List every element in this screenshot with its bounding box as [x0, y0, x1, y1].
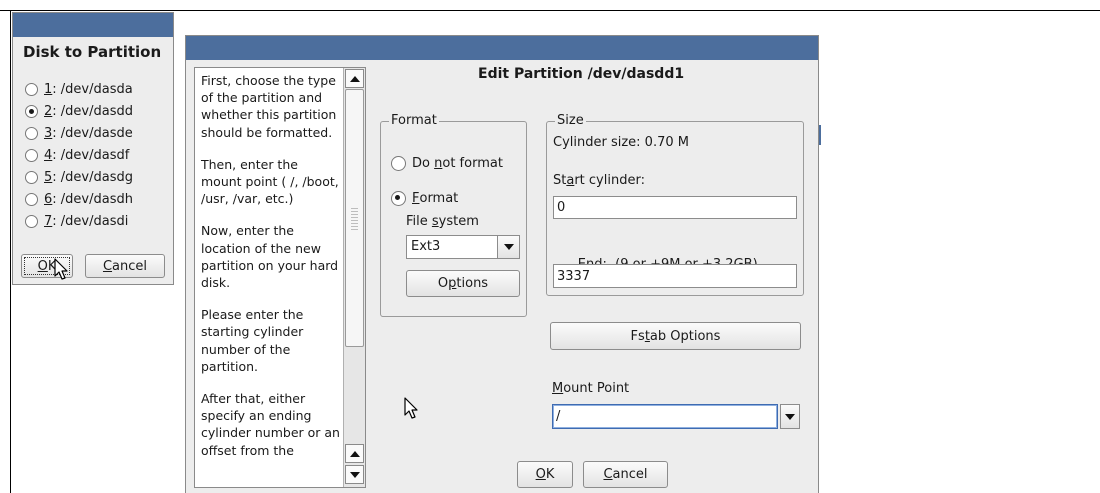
disk-option-dasdi[interactable]: 7: /dev/dasdi [25, 211, 128, 231]
edit-dialog-titlebar [186, 36, 818, 60]
disk-key-6: 6 [44, 191, 53, 207]
help-paragraph: First, choose the type of the partition … [201, 73, 337, 140]
file-system-label: File system [406, 214, 479, 229]
mount-point-label: Mount Point [552, 381, 630, 396]
size-group: Size Cylinder size: 0.70 M Start cylinde… [546, 113, 804, 296]
help-scrollbar[interactable] [343, 68, 365, 487]
radio-dasde[interactable] [25, 126, 38, 140]
scroll-up-arrow-icon[interactable] [345, 69, 364, 88]
radio-format[interactable] [391, 190, 406, 206]
disk-key-1: 1 [44, 81, 53, 97]
disk-label-dasde: : /dev/dasde [52, 125, 133, 141]
radio-dasda[interactable] [25, 82, 38, 96]
mount-point-dropdown-button[interactable] [780, 404, 800, 429]
chevron-down-icon [785, 413, 795, 420]
disk-label-dasda: : /dev/dasda [52, 81, 133, 97]
start-cylinder-input[interactable]: 0 [553, 196, 797, 219]
edit-partition-dialog: First, choose the type of the partition … [185, 35, 819, 493]
edit-cancel-button[interactable]: Cancel [583, 461, 668, 488]
disk-label-dasdd: : /dev/dasdd [52, 103, 133, 119]
disk-ok-key: O [37, 258, 48, 274]
disk-label-dasdg: : /dev/dasdg [52, 169, 133, 185]
disk-key-2: 2 [44, 103, 53, 119]
disk-key-3: 3 [44, 125, 53, 141]
chevron-down-icon [503, 244, 514, 250]
format-options-button[interactable]: Op tions [406, 270, 520, 297]
start-cylinder-label: Start cylinder: [553, 173, 645, 188]
disk-option-dasda[interactable]: 1: /dev/dasda [25, 79, 133, 99]
format-group: Format Do n ot format Format File system … [380, 113, 527, 317]
scroll-down-arrow-icon[interactable] [345, 465, 364, 484]
mount-point-combo[interactable]: / [552, 404, 800, 429]
scrollbar-grip [351, 208, 358, 230]
disk-label-dasdi: : /dev/dasdi [52, 213, 129, 229]
radio-dasdg[interactable] [25, 170, 38, 184]
disk-dialog-title: Disk to Partition [23, 43, 162, 61]
edit-ok-button[interactable]: OK [517, 461, 573, 488]
disk-option-dasdg[interactable]: 5: /dev/dasdg [25, 167, 133, 187]
radio-dasdh[interactable] [25, 192, 38, 206]
help-paragraph: Please enter the starting cylinder numbe… [201, 307, 304, 374]
top-border-line [0, 10, 1100, 11]
disk-dialog-titlebar [13, 13, 173, 37]
size-group-title: Size [555, 113, 586, 128]
help-paragraph: After that, either specify an ending cyl… [201, 391, 340, 458]
do-not-format-option[interactable]: Do n ot format [391, 153, 503, 173]
disk-key-4: 4 [44, 147, 53, 163]
disk-option-dasdh[interactable]: 6: /dev/dasdh [25, 189, 133, 209]
radio-do-not-format[interactable] [391, 155, 406, 171]
format-group-title: Format [389, 113, 439, 128]
file-system-value: Ext3 [411, 239, 441, 254]
disk-label-dasdf: : /dev/dasdf [52, 147, 130, 163]
disk-option-dasdf[interactable]: 4: /dev/dasdf [25, 145, 129, 165]
help-text-pane[interactable]: First, choose the type of the partition … [194, 67, 366, 488]
disk-key-7: 7 [44, 213, 53, 229]
help-paragraph: Then, enter the mount point ( /, /boot, … [201, 156, 339, 207]
scroll-up-arrow-icon[interactable] [345, 444, 364, 463]
end-cylinder-input[interactable]: 3337 [553, 264, 797, 288]
format-option[interactable]: Format [391, 188, 458, 208]
edit-dialog-title: Edit Partition /dev/dasdd1 [478, 66, 685, 82]
mouse-cursor-icon [54, 258, 68, 280]
left-border-line [10, 10, 11, 493]
fstab-options-button[interactable]: Fs t ab Options [550, 322, 801, 350]
disk-label-dasdh: : /dev/dasdh [52, 191, 133, 207]
mouse-cursor-icon [404, 397, 418, 419]
help-text: First, choose the type of the partition … [201, 72, 341, 474]
file-system-select[interactable]: Ext3 [406, 235, 520, 259]
disk-cancel-key: C [102, 258, 113, 274]
disk-option-dasdd[interactable]: 2: /dev/dasdd [25, 101, 133, 121]
mount-point-input[interactable]: / [552, 404, 778, 429]
file-system-dropdown-button[interactable] [497, 236, 519, 258]
disk-key-5: 5 [44, 169, 53, 185]
background-window-edge [819, 125, 821, 145]
disk-to-partition-dialog: Disk to Partition 1: /dev/dasda 2: /dev/… [12, 12, 174, 285]
radio-dasdf[interactable] [25, 148, 38, 162]
cylinder-size-text: Cylinder size: 0.70 M [553, 135, 689, 150]
radio-dasdi[interactable] [25, 214, 38, 228]
disk-cancel-button[interactable]: Cancel [85, 254, 165, 278]
disk-option-dasde[interactable]: 3: /dev/dasde [25, 123, 133, 143]
scrollbar-thumb[interactable] [345, 89, 364, 347]
help-paragraph: Now, enter the location of the new parti… [201, 223, 339, 291]
radio-dasdd[interactable] [25, 104, 38, 118]
